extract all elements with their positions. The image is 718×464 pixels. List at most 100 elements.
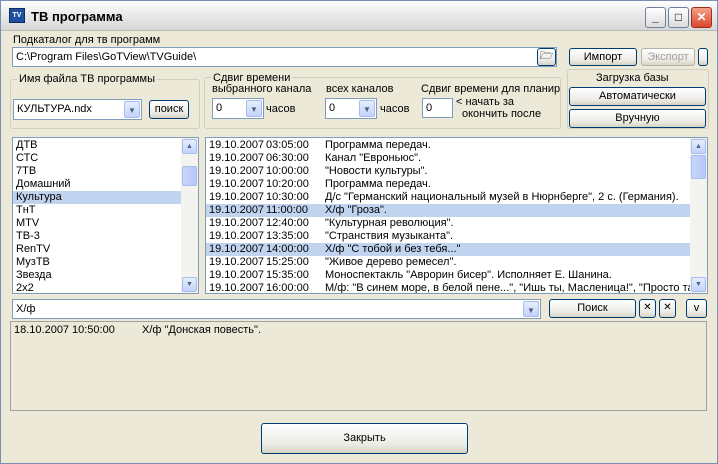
program-time: 16:00:00 — [266, 282, 309, 294]
program-row[interactable]: 19.10.2007 16:00:00 М/ф: "В синем море, в … — [206, 282, 692, 294]
program-name: "Новости культуры". — [325, 165, 428, 177]
program-time: 10:20:00 — [266, 178, 309, 190]
program-time: 15:35:00 — [266, 269, 309, 281]
program-date: 19.10.2007 — [209, 165, 265, 177]
auto-load-button[interactable]: Автоматически — [569, 87, 706, 106]
program-date: 19.10.2007 — [209, 243, 265, 255]
subdir-path-field[interactable]: C:\Program Files\GoTView\TVGuide\ — [12, 47, 557, 67]
program-row[interactable]: 19.10.2007 10:00:00 "Новости культуры". — [206, 165, 692, 178]
manual-load-button[interactable]: Вручную — [569, 109, 706, 128]
import-button[interactable]: Импорт — [569, 48, 637, 66]
program-row[interactable]: 19.10.2007 13:35:00 "Странствия музыканта"… — [206, 230, 692, 243]
channel-item[interactable]: СТС — [13, 152, 198, 165]
channel-item[interactable]: ДТВ — [13, 139, 198, 152]
program-time: 12:40:00 — [266, 217, 309, 229]
program-row[interactable]: 19.10.2007 15:25:00 "Живое дерево ремесел"… — [206, 256, 692, 269]
program-list[interactable]: 19.10.2007 03:05:00 Программа передач. 19.1… — [205, 137, 708, 294]
program-time: 14:00:00 — [266, 243, 309, 255]
program-row[interactable]: 19.10.2007 15:35:00 Моноспектакль "Аврорин… — [206, 269, 692, 282]
selected-channel-unit: часов — [266, 103, 296, 115]
program-row[interactable]: 19.10.2007 10:30:00 Д/с "Германский национ… — [206, 191, 692, 204]
clear-search-button[interactable]: ✕ — [639, 299, 656, 318]
program-row[interactable]: 19.10.2007 06:30:00 Канал "Евроньюс". — [206, 152, 692, 165]
channel-item[interactable]: RenTV — [13, 243, 198, 256]
tv-app-icon: TV — [9, 8, 25, 23]
open-folder-button[interactable]: 🗁 — [537, 48, 556, 66]
program-name: Канал "Евроньюс". — [325, 152, 422, 164]
program-scroll-thumb[interactable] — [691, 155, 706, 179]
channel-item[interactable]: МузТВ — [13, 256, 198, 269]
search-button[interactable]: Поиск — [549, 299, 636, 318]
program-name: Программа передач. — [325, 139, 431, 151]
all-channels-label: всех каналов — [326, 83, 394, 95]
program-scrollbar[interactable]: ▲ ▼ — [690, 138, 707, 293]
program-name: Х/ф "С тобой и без тебя..." — [325, 243, 461, 255]
channel-item[interactable]: MTV — [13, 217, 198, 230]
tv-program-window: TV ТВ программа _ □ ✕ Подкаталог для тв … — [0, 0, 718, 464]
close-button[interactable]: Закрыть — [261, 423, 468, 454]
channel-item[interactable]: ТнТ — [13, 204, 198, 217]
channel-list[interactable]: ДТВ СТС 7ТВ Домашний Культура ТнТ MTV ТВ-3 RenTV… — [12, 137, 199, 294]
scroll-down-icon[interactable]: ▼ — [182, 277, 197, 292]
subdir-label: Подкаталог для тв программ — [13, 34, 161, 46]
chevron-down-icon[interactable]: ▼ — [523, 301, 539, 317]
result-rows: 18.10.2007 10:50:00 Х/ф "Донская повесть". — [11, 322, 706, 336]
all-channels-shift-combo[interactable]: 0 ▼ — [325, 98, 377, 119]
program-row[interactable]: 19.10.2007 10:20:00 Программа передач. — [206, 178, 692, 191]
channel-item[interactable]: 2x2 — [13, 282, 198, 293]
chevron-down-icon[interactable]: ▼ — [124, 101, 140, 118]
channel-scrollbar[interactable]: ▲ ▼ — [181, 138, 198, 293]
program-name: Моноспектакль "Аврорин бисер". Исполняет… — [325, 269, 612, 281]
chevron-down-icon[interactable]: ▼ — [359, 100, 375, 117]
program-name: Х/ф "Гроза". — [325, 204, 387, 216]
result-date: 18.10.2007 — [14, 324, 70, 336]
result-name: Х/ф "Донская повесть". — [142, 324, 261, 336]
close-window-button[interactable]: ✕ — [691, 7, 712, 28]
file-combo[interactable]: КУЛЬТУРА.ndx ▼ — [13, 99, 142, 120]
program-time: 03:05:00 — [266, 139, 309, 151]
export-button[interactable]: Экспорт — [641, 48, 695, 66]
channel-item[interactable]: 7ТВ — [13, 165, 198, 178]
maximize-button[interactable]: □ — [668, 7, 689, 28]
chevron-down-icon[interactable]: ▼ — [246, 100, 262, 117]
program-date: 19.10.2007 — [209, 178, 265, 190]
program-date: 19.10.2007 — [209, 139, 265, 151]
clear-all-button[interactable]: ✕ — [659, 299, 676, 318]
search-results[interactable]: 18.10.2007 10:50:00 Х/ф "Донская повесть". — [10, 321, 707, 411]
scroll-up-icon[interactable]: ▲ — [182, 139, 197, 154]
window-title: ТВ программа — [31, 9, 123, 24]
program-name: "Живое дерево ремесел". — [325, 256, 457, 268]
plan-shift-field[interactable]: 0 — [422, 98, 453, 118]
program-row[interactable]: 19.10.2007 14:00:00 Х/ф "С тобой и без теб… — [206, 243, 692, 256]
channel-item[interactable]: Звезда — [13, 269, 198, 282]
selected-channel-shift-combo[interactable]: 0 ▼ — [212, 98, 264, 119]
channel-scroll-thumb[interactable] — [182, 166, 197, 186]
title-bar[interactable]: TV ТВ программа _ □ ✕ — [1, 1, 717, 31]
channel-item[interactable]: Домашний — [13, 178, 198, 191]
selected-channel-label: выбранного канала — [212, 83, 312, 95]
result-time: 10:50:00 — [72, 324, 115, 336]
extra-button[interactable] — [698, 48, 708, 66]
minimize-button[interactable]: _ — [645, 7, 666, 28]
program-row[interactable]: 19.10.2007 03:05:00 Программа передач. — [206, 139, 692, 152]
program-time: 10:00:00 — [266, 165, 309, 177]
plan-shift-label: Сдвиг времени для планир — [421, 83, 561, 95]
program-date: 19.10.2007 — [209, 191, 265, 203]
program-row[interactable]: 19.10.2007 12:40:00 "Культурная революция"… — [206, 217, 692, 230]
file-search-button[interactable]: поиск — [149, 100, 189, 119]
scroll-down-icon[interactable]: ▼ — [691, 277, 706, 292]
program-time: 06:30:00 — [266, 152, 309, 164]
search-combo[interactable]: Х/ф ▼ — [12, 299, 541, 319]
channel-item[interactable]: ТВ-3 — [13, 230, 198, 243]
result-row[interactable]: 18.10.2007 10:50:00 Х/ф "Донская повесть". — [11, 322, 706, 336]
program-date: 19.10.2007 — [209, 230, 265, 242]
file-combo-value: КУЛЬТУРА.ndx — [17, 103, 92, 115]
program-date: 19.10.2007 — [209, 282, 265, 294]
scroll-up-icon[interactable]: ▲ — [691, 139, 706, 154]
program-row[interactable]: 19.10.2007 11:00:00 Х/ф "Гроза". — [206, 204, 692, 217]
search-down-button[interactable]: v — [686, 299, 707, 318]
program-date: 19.10.2007 — [209, 269, 265, 281]
program-name: М/ф: "В синем море, в белой пене...", "И… — [325, 282, 692, 294]
db-load-title: Загрузка базы — [596, 72, 669, 84]
channel-item[interactable]: Культура — [13, 191, 198, 204]
